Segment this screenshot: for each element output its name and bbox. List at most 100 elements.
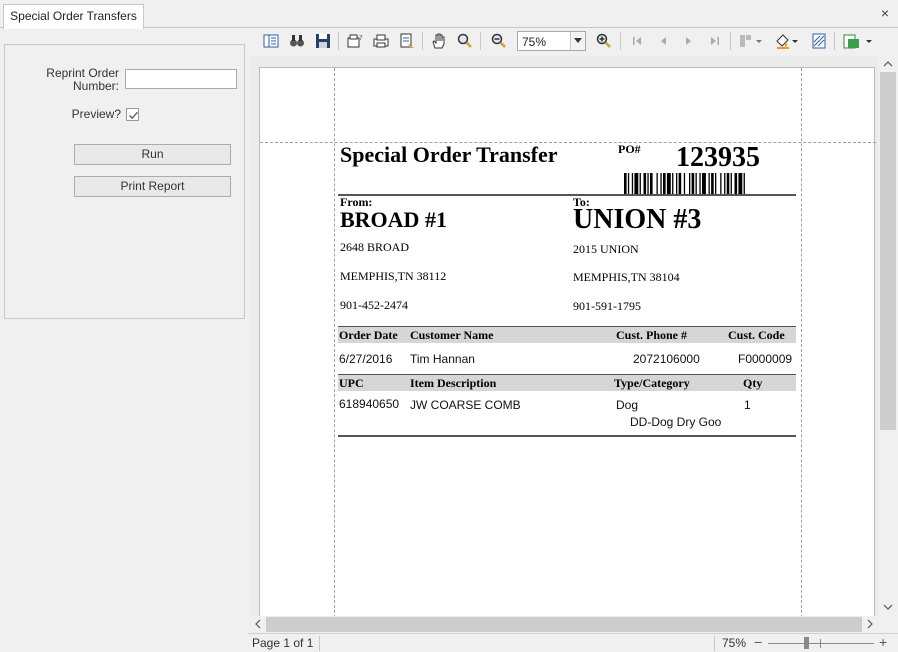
barcode-bar xyxy=(660,173,662,195)
previous-page-icon[interactable] xyxy=(654,32,672,50)
report-page: Special Order Transfer PO# 123935 From: … xyxy=(259,67,876,616)
zoom-plus-button[interactable]: + xyxy=(879,634,887,650)
last-page-icon[interactable] xyxy=(706,32,724,50)
zoom-slider-tick xyxy=(820,639,821,648)
barcode-bar xyxy=(627,173,630,195)
cust-code-header: Cust. Code xyxy=(728,328,785,342)
save-icon[interactable] xyxy=(314,32,332,50)
barcode-bar xyxy=(730,173,732,195)
zoom-in-icon[interactable] xyxy=(595,32,613,50)
page-setup-icon[interactable]: ? xyxy=(346,32,364,50)
barcode-bar xyxy=(624,173,627,195)
parameters-panel: Reprint Order Number: Preview? Run Print… xyxy=(4,44,245,319)
barcode-bar xyxy=(715,173,717,195)
tab-special-order-transfers[interactable]: Special Order Transfers xyxy=(3,4,144,29)
from-city: MEMPHIS,TN 38112 xyxy=(340,269,447,283)
zoom-dropdown[interactable]: 75% xyxy=(517,31,586,51)
multipage-icon[interactable] xyxy=(738,32,764,50)
order-date-header: Order Date xyxy=(339,328,398,342)
cust-phone-value: 2072106000 xyxy=(633,352,700,366)
margin-guide xyxy=(334,68,335,616)
first-page-icon[interactable] xyxy=(628,32,646,50)
tab-title: Special Order Transfers xyxy=(10,9,137,23)
barcode-bar xyxy=(634,173,639,195)
reprint-order-number-input[interactable] xyxy=(125,69,237,89)
barcode-bar xyxy=(676,173,678,195)
barcode-bar xyxy=(689,173,691,195)
scroll-right-icon[interactable] xyxy=(865,619,875,629)
barcode-bar xyxy=(650,173,653,195)
barcode-bar xyxy=(711,173,714,195)
barcode-bar xyxy=(656,173,658,195)
status-divider xyxy=(319,636,320,651)
find-icon[interactable] xyxy=(288,32,306,50)
zoom-slider-track[interactable] xyxy=(768,643,874,644)
upc-header: UPC xyxy=(339,376,364,390)
order-date-value: 6/27/2016 xyxy=(339,352,393,366)
barcode-bar xyxy=(647,173,649,195)
preview-checkbox[interactable] xyxy=(126,108,139,121)
magnifier-icon[interactable] xyxy=(456,32,474,50)
horizontal-scrollbar[interactable] xyxy=(250,616,878,633)
toolbar-separator xyxy=(620,32,621,50)
status-divider xyxy=(714,636,715,651)
barcode-bar xyxy=(666,173,671,195)
vertical-scroll-thumb[interactable] xyxy=(880,72,896,430)
to-phone: 901-591-1795 xyxy=(573,299,641,313)
to-address: 2015 UNION xyxy=(573,242,639,256)
export-icon[interactable] xyxy=(842,32,874,50)
barcode-bar xyxy=(738,173,743,195)
chevron-down-icon[interactable] xyxy=(570,32,585,50)
zoom-minus-button[interactable]: − xyxy=(754,634,762,650)
barcode-bar xyxy=(702,173,706,195)
reprint-order-number-label: Reprint Order Number: xyxy=(46,66,119,93)
toggle-sidebar-icon[interactable] xyxy=(262,32,280,50)
barcode-bar xyxy=(663,173,666,195)
type-value: Dog xyxy=(616,398,639,412)
header-rule xyxy=(338,194,796,196)
subcategory-value: DD-Dog Dry Goo xyxy=(630,415,722,429)
barcode-bar xyxy=(708,173,710,195)
next-page-icon[interactable] xyxy=(680,32,698,50)
print-report-button[interactable]: Print Report xyxy=(74,176,231,197)
qty-header: Qty xyxy=(743,376,763,390)
report-preview-area[interactable]: Special Order Transfer PO# 123935 From: … xyxy=(250,56,878,616)
customer-name-header: Customer Name xyxy=(410,328,494,342)
checkmark-icon xyxy=(129,111,138,120)
barcode-bar xyxy=(734,173,738,195)
toolbar-separator xyxy=(834,32,835,50)
barcode-bar xyxy=(699,173,701,195)
zoom-slider-thumb[interactable] xyxy=(804,637,809,649)
barcode-bar xyxy=(678,173,682,195)
hand-tool-icon[interactable] xyxy=(430,32,448,50)
close-icon[interactable]: × xyxy=(878,6,892,20)
po-barcode xyxy=(624,173,745,195)
barcode-bar xyxy=(639,173,641,195)
from-phone: 901-452-2474 xyxy=(340,298,408,312)
vertical-scrollbar[interactable] xyxy=(878,56,898,616)
horizontal-scroll-thumb[interactable] xyxy=(266,617,862,632)
type-category-header: Type/Category xyxy=(614,376,690,390)
barcode-bar xyxy=(724,173,726,195)
item-header-band: UPC Item Description Type/Category Qty xyxy=(338,374,796,391)
barcode-bar xyxy=(726,173,730,195)
barcode-bar xyxy=(631,173,634,195)
report-title: Special Order Transfer xyxy=(340,142,558,167)
quick-print-icon[interactable] xyxy=(398,32,416,50)
page-indicator: Page 1 of 1 xyxy=(252,636,314,650)
background-color-icon[interactable] xyxy=(774,32,800,50)
print-icon[interactable] xyxy=(372,32,390,50)
scroll-down-icon[interactable] xyxy=(883,602,893,612)
run-button[interactable]: Run xyxy=(74,144,231,165)
qty-value: 1 xyxy=(744,398,751,412)
scroll-up-icon[interactable] xyxy=(883,59,893,69)
scroll-left-icon[interactable] xyxy=(253,619,263,629)
from-store-name: BROAD #1 xyxy=(340,207,447,232)
zoom-out-icon[interactable] xyxy=(490,32,508,50)
toolbar-separator xyxy=(338,32,339,50)
document-tab-strip: Special Order Transfers × xyxy=(0,0,898,29)
barcode-bar xyxy=(683,173,686,195)
from-address: 2648 BROAD xyxy=(340,240,410,254)
watermark-icon[interactable] xyxy=(810,32,828,50)
barcode-bar xyxy=(643,173,647,195)
